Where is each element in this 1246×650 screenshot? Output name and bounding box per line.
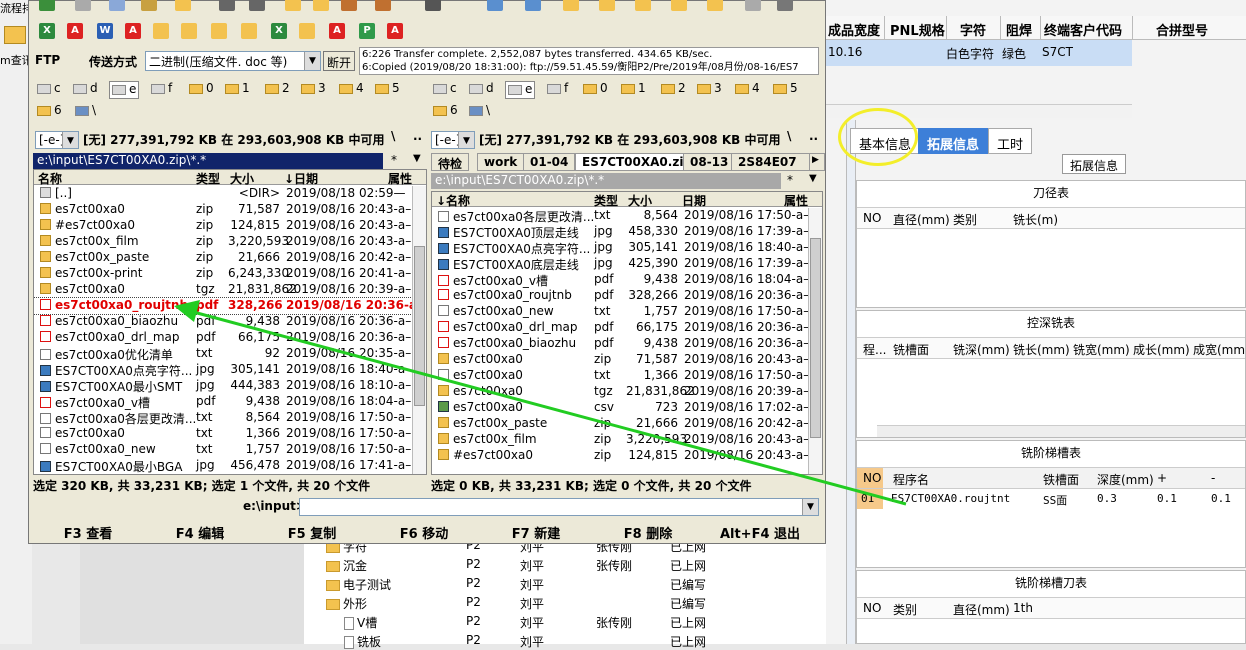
arrow-head: [174, 300, 200, 322]
annotation-arrow: [174, 300, 907, 506]
arrow-shaft: [185, 308, 907, 506]
